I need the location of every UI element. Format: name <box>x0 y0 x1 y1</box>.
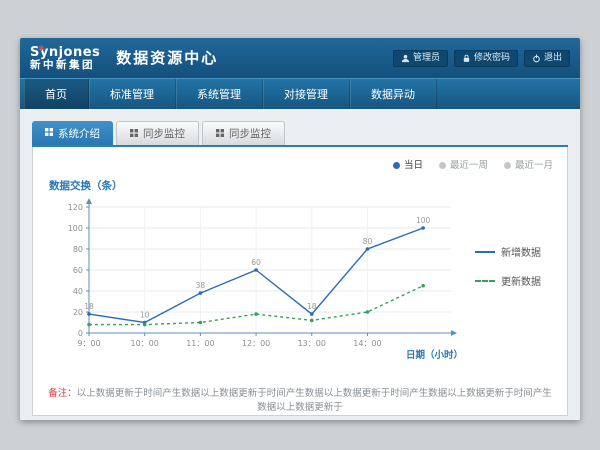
chart-region: 0 20 40 60 80 100 120 9：00 10：00 11：00 12：00 13：00 1… <box>47 193 553 365</box>
footnote: 备注：以上数据更新于时间产生数据以上数据更新于时间产生数据以上数据更新于时间产生… <box>47 387 553 415</box>
admin-user-button[interactable]: 管理员 <box>393 50 448 67</box>
tab-system-intro[interactable]: 系统介绍 <box>32 121 113 145</box>
svg-text:0: 0 <box>78 329 83 338</box>
svg-text:18: 18 <box>307 302 317 311</box>
svg-text:日期（小时）: 日期（小时） <box>406 349 463 361</box>
nav-item-system-mgmt[interactable]: 系统管理 <box>176 79 263 109</box>
nav-item-connect-mgmt[interactable]: 对接管理 <box>263 79 350 109</box>
legend-dot-icon <box>439 162 446 169</box>
filter-label: 最近一月 <box>515 161 553 171</box>
grid-icon <box>130 128 138 140</box>
line-chart: 0 20 40 60 80 100 120 9：00 10：00 11：00 12：00 13：00 1… <box>47 193 467 365</box>
svg-text:100: 100 <box>416 216 431 225</box>
legend-item-new-data[interactable]: 新增数据 <box>475 244 551 259</box>
svg-text:10：00: 10：00 <box>131 339 159 348</box>
page-title: 数据资源中心 <box>116 47 218 70</box>
logo-star-icon: ✱ <box>38 42 45 55</box>
legend-dot-icon <box>504 162 511 169</box>
tab-sync-monitor-1[interactable]: 同步监控 <box>116 121 199 145</box>
logo-text-row: Synjones ✱ <box>30 46 100 59</box>
filter-last-month[interactable]: 最近一月 <box>504 159 553 172</box>
logo-subtitle: 新中新集团 <box>30 59 100 71</box>
solid-line-icon <box>475 251 495 253</box>
svg-text:80: 80 <box>73 245 83 254</box>
time-filter-group: 当日 最近一周 最近一月 <box>47 159 553 172</box>
chart-y-axis-title: 数据交换（条） <box>49 178 553 193</box>
footnote-text: 以上数据更新于时间产生数据以上数据更新于时间产生数据以上数据更新于时间产生数据以… <box>77 388 552 413</box>
tab-label: 同步监控 <box>143 126 185 141</box>
legend-label: 更新数据 <box>501 273 541 288</box>
admin-user-label: 管理员 <box>413 53 440 64</box>
app-header: Synjones ✱ 新中新集团 数据资源中心 管理员 修改密码 退出 <box>20 38 580 78</box>
grid-icon <box>45 127 53 139</box>
logout-label: 退出 <box>544 53 562 64</box>
svg-text:10: 10 <box>140 311 150 320</box>
tab-bar: 系统介绍 同步监控 同步监控 <box>32 121 568 147</box>
change-password-label: 修改密码 <box>474 53 510 64</box>
footnote-prefix: 备注： <box>48 388 77 399</box>
filter-label: 最近一周 <box>450 161 488 171</box>
logout-button[interactable]: 退出 <box>524 50 570 67</box>
svg-text:20: 20 <box>73 308 83 317</box>
svg-text:40: 40 <box>73 287 83 296</box>
svg-text:120: 120 <box>68 203 83 212</box>
tab-sync-monitor-2[interactable]: 同步监控 <box>202 121 285 145</box>
legend-item-update-data[interactable]: 更新数据 <box>475 273 551 288</box>
lock-icon <box>462 54 471 63</box>
svg-text:14：00: 14：00 <box>353 339 381 348</box>
app-window: Synjones ✱ 新中新集团 数据资源中心 管理员 修改密码 退出 <box>20 38 580 420</box>
legend-dot-icon <box>393 162 400 169</box>
user-toolbar: 管理员 修改密码 退出 <box>393 50 570 67</box>
brand-logo: Synjones ✱ 新中新集团 <box>30 46 100 71</box>
page-background: Synjones ✱ 新中新集团 数据资源中心 管理员 修改密码 退出 <box>0 0 600 450</box>
user-icon <box>401 54 410 63</box>
power-icon <box>532 54 541 63</box>
svg-text:18: 18 <box>84 302 94 311</box>
series-legend: 新增数据 更新数据 <box>475 244 551 288</box>
change-password-button[interactable]: 修改密码 <box>454 50 518 67</box>
tab-label: 系统介绍 <box>58 126 100 141</box>
svg-text:13：00: 13：00 <box>298 339 326 348</box>
svg-text:60: 60 <box>251 258 261 267</box>
svg-text:80: 80 <box>363 237 373 246</box>
svg-text:11：00: 11：00 <box>186 339 214 348</box>
nav-item-home[interactable]: 首页 <box>24 79 89 109</box>
filter-today[interactable]: 当日 <box>393 159 423 172</box>
filter-label: 当日 <box>404 161 423 171</box>
content-area: 系统介绍 同步监控 同步监控 当日 <box>20 109 580 420</box>
svg-text:9：00: 9：00 <box>77 339 100 348</box>
chart-panel: 当日 最近一周 最近一月 数据交换（条） 0 20 40 60 80 100 120 9：00… <box>32 147 568 416</box>
svg-text:38: 38 <box>196 281 206 290</box>
tab-label: 同步监控 <box>229 126 271 141</box>
legend-label: 新增数据 <box>501 244 541 259</box>
nav-item-data-change[interactable]: 数据异动 <box>350 79 437 109</box>
nav-item-standard-mgmt[interactable]: 标准管理 <box>89 79 176 109</box>
svg-text:60: 60 <box>73 266 83 275</box>
svg-text:12：00: 12：00 <box>242 339 270 348</box>
grid-icon <box>216 128 224 140</box>
svg-text:100: 100 <box>68 224 83 233</box>
main-nav: 首页 标准管理 系统管理 对接管理 数据异动 <box>20 78 580 109</box>
dashed-line-icon <box>475 280 495 282</box>
filter-last-week[interactable]: 最近一周 <box>439 159 488 172</box>
